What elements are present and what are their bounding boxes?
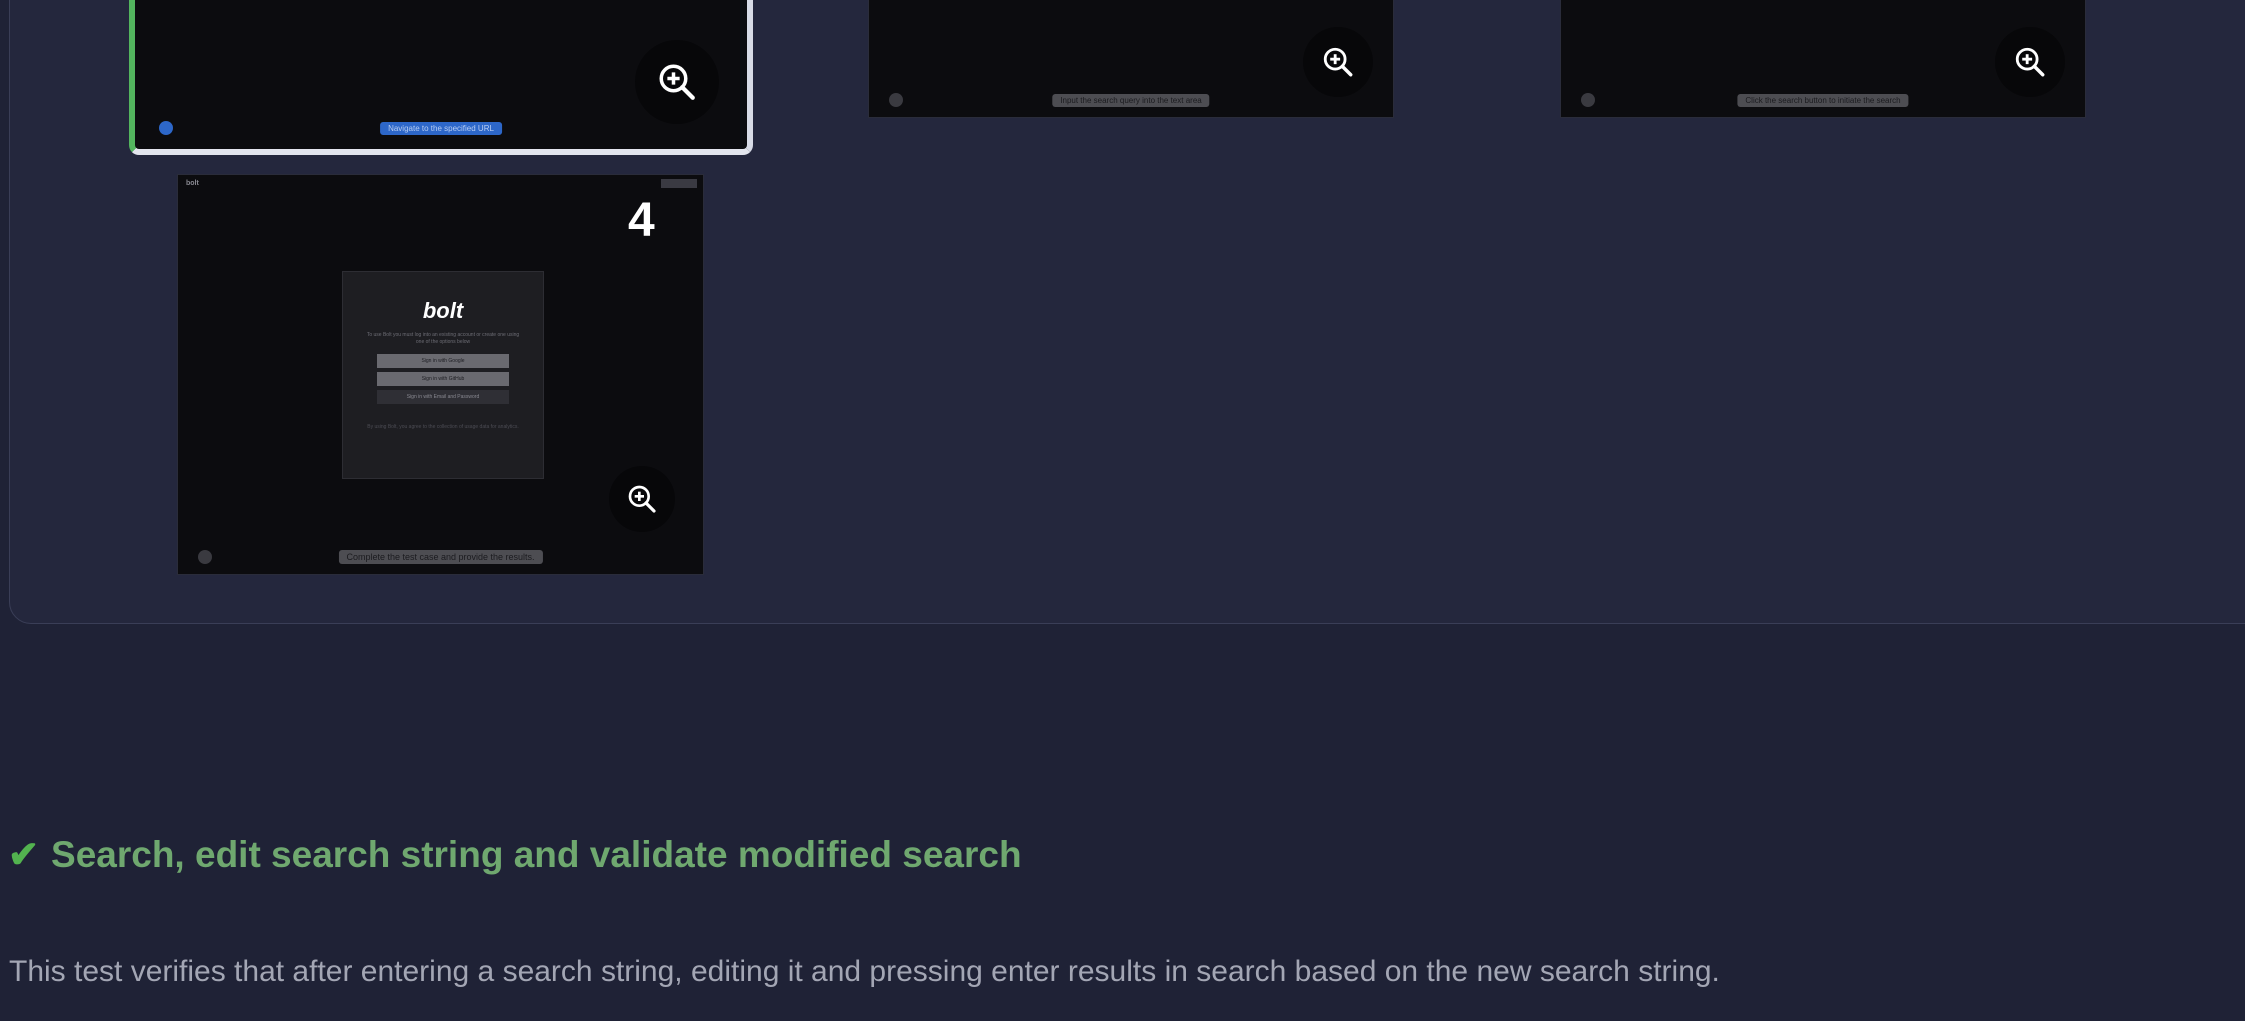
screenshot-caption: Complete the test case and provide the r…	[338, 550, 543, 564]
step-indicator-icon	[1581, 93, 1595, 107]
zoom-in-icon[interactable]	[1303, 27, 1373, 97]
header-button	[661, 179, 697, 188]
modal-button-github: Sign in with GitHub	[377, 372, 509, 386]
modal-footer: By using Bolt, you agree to the collecti…	[367, 424, 519, 430]
step-indicator-icon	[198, 550, 212, 564]
check-icon: ✔	[8, 834, 40, 875]
screenshot-caption: Click the search button to initiate the …	[1737, 94, 1909, 107]
step-indicator-icon	[159, 121, 173, 135]
screenshot-thumbnail-3[interactable]: ⎘☰▦◦▸▿○ Click the search button to initi…	[1560, 0, 2086, 118]
modal-button-google: Sign in with Google	[377, 354, 509, 368]
step-indicator-icon	[889, 93, 903, 107]
zoom-in-icon[interactable]	[609, 466, 675, 532]
login-modal: bolt To use Bolt you must log into an ex…	[342, 271, 544, 479]
test-description: This test verifies that after entering a…	[9, 955, 1720, 988]
brand-label: bolt	[186, 180, 199, 187]
screenshot-caption: Input the search query into the text are…	[1052, 94, 1210, 107]
test-title: ✔ Search, edit search string and validate…	[8, 833, 1022, 876]
modal-button-email: Sign in with Email and Password	[377, 390, 509, 404]
step-number: 4	[628, 194, 655, 247]
zoom-in-icon[interactable]	[1995, 27, 2065, 97]
screenshot-thumbnail-2[interactable]: ⎘☰▦◦▸▿○ Input the search query into the …	[868, 0, 1394, 118]
zoom-in-icon[interactable]	[635, 40, 719, 124]
screenshot-caption: Navigate to the specified URL	[380, 122, 502, 135]
screenshot-thumbnail-1[interactable]: Navigate to the specified URL	[129, 0, 753, 155]
modal-logo: bolt	[422, 298, 464, 323]
screenshot-thumbnail-4[interactable]: bolt 4 bolt To use Bolt you must log int…	[177, 174, 704, 575]
modal-text: To use Bolt you must log into an existin…	[366, 332, 520, 345]
test-title-text: Search, edit search string and validate …	[51, 834, 1022, 875]
